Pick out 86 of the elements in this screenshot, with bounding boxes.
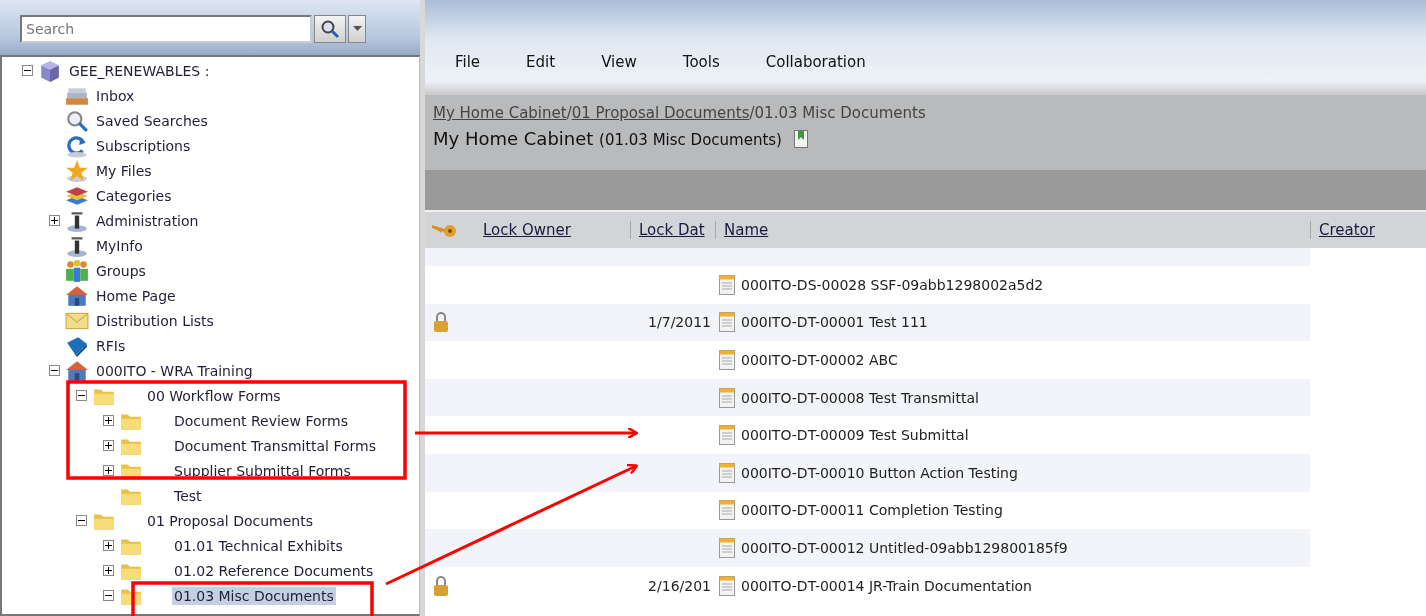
menu-item[interactable]: File (455, 52, 481, 71)
menu-item[interactable]: Tools (682, 52, 720, 71)
document-icon (719, 462, 735, 483)
tree-item[interactable]: Saved Searches (94, 111, 210, 130)
document-name[interactable]: 000ITO-DS-00028 SSF-09abb1298002a5d2 (741, 276, 1044, 293)
document-icon (719, 537, 735, 558)
table-row[interactable]: 1/7/2011 000ITO-DT-00001 Test 111 (425, 303, 1310, 342)
column-header[interactable]: Lock Owner (475, 221, 630, 239)
document-name[interactable]: 000ITO-DT-00012 Untitled-09abb129800185f9 (741, 539, 1068, 556)
document-icon (719, 425, 735, 446)
dropdown-button[interactable] (348, 14, 366, 43)
lock-icon (433, 312, 449, 333)
folder-title: My Home Cabinet (01.03 Misc Documents) (433, 128, 782, 149)
breadcrumb-link[interactable]: My Home Cabinet (433, 104, 567, 122)
document-name[interactable]: 000ITO-DT-00011 Completion Testing (741, 502, 1003, 519)
collapse-toggle[interactable] (49, 365, 60, 376)
bookmark-icon[interactable] (794, 129, 808, 148)
tree-item[interactable]: Document Review Forms (172, 411, 350, 430)
collapse-toggle[interactable] (76, 390, 87, 401)
tree-item[interactable]: RFIs (94, 336, 128, 355)
path-separator: / (749, 104, 755, 122)
table-row[interactable]: 000ITO-DT-00012 Untitled-09abb129800185f9 (425, 529, 1310, 567)
lock-icon (433, 575, 449, 596)
caret-icon (352, 26, 362, 31)
expand-toggle[interactable] (103, 440, 114, 451)
tree-item[interactable]: 01.02 Reference Documents (172, 561, 376, 580)
search-button[interactable] (314, 14, 346, 43)
document-name[interactable]: 000ITO-DT-00008 Test Transmittal (741, 389, 979, 406)
key-icon (431, 222, 457, 238)
tree-item[interactable]: My Files (94, 161, 154, 180)
tree-item[interactable]: 01.01 Technical Exhibits (172, 536, 345, 555)
column-header[interactable]: Name (715, 221, 1310, 239)
table-row[interactable]: 000ITO-DT-00008 Test Transmittal (425, 378, 1310, 417)
document-name[interactable]: 000ITO-DT-00009 Test Submittal (741, 427, 969, 444)
search-icon (65, 108, 89, 133)
breadcrumb-link[interactable]: 01 Proposal Documents (571, 104, 750, 122)
tree-item[interactable]: Distribution Lists (94, 311, 216, 330)
search-field[interactable]: Search (20, 14, 312, 43)
document-name[interactable]: 000ITO-DT-00010 Button Action Testing (741, 464, 1018, 481)
document-icon (719, 312, 735, 333)
column-header[interactable]: Lock Dat (630, 221, 715, 239)
tree-item[interactable]: Document Transmittal Forms (172, 436, 378, 455)
tree-item[interactable]: Subscriptions (94, 136, 193, 155)
expand-toggle[interactable] (103, 540, 114, 551)
menu-item[interactable]: Edit (526, 52, 556, 71)
tree-item[interactable]: GEE_RENEWABLES : (67, 61, 212, 80)
collapse-toggle[interactable] (76, 515, 87, 526)
tree-item[interactable]: 01 Proposal Documents (145, 511, 315, 530)
document-icon (719, 500, 735, 521)
tree-item[interactable]: 000ITO - WRA Training (94, 361, 255, 380)
path-separator: / (566, 104, 572, 122)
refresh-icon (65, 133, 89, 158)
document-icon (719, 350, 735, 370)
search-icon (320, 18, 340, 39)
tree-item[interactable]: Test (172, 486, 204, 505)
table-row[interactable]: 000ITO-DT-00010 Button Action Testing (425, 453, 1310, 492)
column-header[interactable]: Creator (1310, 221, 1426, 239)
menu-item[interactable]: View (601, 52, 637, 71)
table-cell: 2/16/201 (648, 577, 711, 594)
expand-toggle[interactable] (103, 465, 114, 476)
tree-item[interactable]: Groups (94, 261, 148, 280)
document-name[interactable]: 000ITO-DT-00001 Test 111 (741, 314, 928, 331)
document-icon (719, 575, 735, 596)
tree-item[interactable]: MyInfo (94, 236, 145, 255)
star-icon (65, 158, 89, 183)
expand-toggle[interactable] (103, 565, 114, 576)
tree-item[interactable]: Categories (94, 186, 174, 205)
document-name[interactable]: 000ITO-DT-00002 ABC (741, 352, 898, 368)
expand-toggle[interactable] (103, 415, 114, 426)
tree-item[interactable]: Administration (94, 211, 201, 230)
document-name[interactable]: 000ITO-DT-00014 JR-Train Documentation (741, 577, 1032, 594)
tree-item[interactable]: Supplier Submittal Forms (172, 461, 353, 480)
tree-item[interactable]: 00 Workflow Forms (145, 386, 283, 405)
table-cell: 1/7/2011 (648, 314, 711, 331)
tree-item[interactable]: Inbox (94, 86, 137, 105)
breadcrumb-current: 01.03 Misc Documents (754, 104, 926, 122)
document-icon (719, 274, 735, 295)
tree-item[interactable]: 01.03 Misc Documents (172, 586, 336, 605)
expand-toggle[interactable] (49, 215, 60, 226)
tree-item[interactable]: Home Page (94, 286, 178, 305)
cube-icon (38, 58, 62, 83)
document-icon (719, 387, 735, 408)
collapse-toggle[interactable] (22, 65, 33, 76)
menu-item[interactable]: Collaboration (765, 52, 866, 71)
people-icon (65, 258, 89, 283)
collapse-toggle[interactable] (103, 590, 114, 601)
